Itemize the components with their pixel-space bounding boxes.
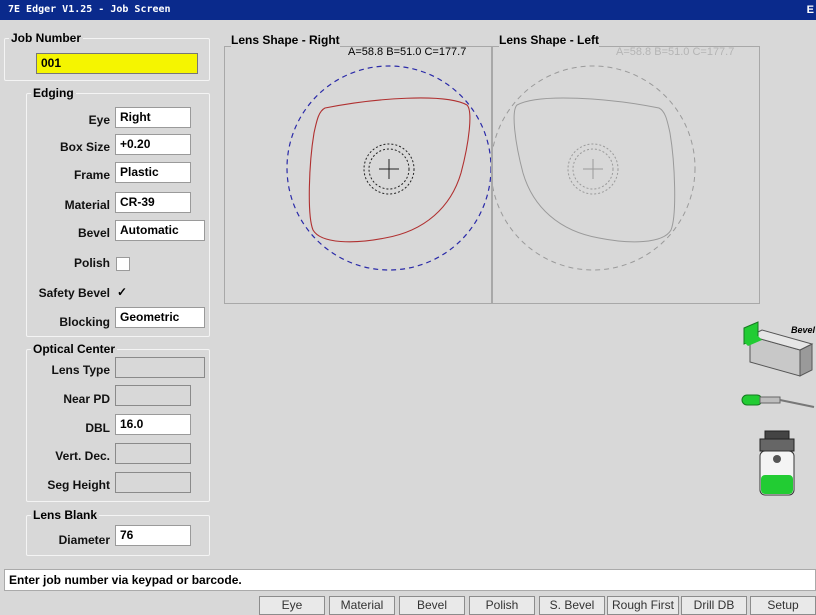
near-pd-label: Near PD [63,392,110,406]
rough-first-button[interactable]: Rough First [607,596,679,615]
bevel-field[interactable]: Automatic [115,220,205,241]
lens-blank-legend: Lens Blank [33,508,98,522]
lens-shape-left-values: A=58.8 B=51.0 C=177.7 [616,46,735,58]
bevel-label: Bevel [77,226,110,240]
optical-center-legend: Optical Center [33,342,116,356]
material-label: Material [64,198,110,212]
lens-shape-right-panel: Lens Shape - Right A=58.8 B=51.0 C=177.7 [224,33,492,304]
blocking-label: Blocking [59,315,110,329]
frame-field[interactable]: Plastic [115,162,191,183]
lens-shape-left-panel: Lens Shape - Left A=58.8 B=51.0 C=177.7 [492,33,760,304]
edging-legend: Edging [33,86,74,100]
eye-label: Eye [88,113,110,127]
material-field[interactable]: CR-39 [115,192,191,213]
status-message: Enter job number via keypad or barcode. [4,569,816,591]
box-size-label: Box Size [59,140,110,154]
bevel-tool-label: Bevel [791,325,816,335]
lens-outline-left [513,97,676,243]
diameter-label: Diameter [58,533,110,547]
frame-label: Frame [73,168,110,182]
near-pd-field[interactable] [115,385,191,406]
lens-shape-left-drawing [493,65,696,271]
eye-field[interactable]: Right [115,107,191,128]
eye-button[interactable]: Eye [259,596,325,615]
polish-wheel-icon[interactable] [757,429,797,497]
lens-shape-right-drawing [286,65,491,271]
material-button[interactable]: Material [329,596,395,615]
title-corner-label: E [806,4,814,16]
lens-shape-right-title: Lens Shape - Right [231,33,340,47]
drill-bit-icon[interactable] [740,389,816,413]
lens-type-label: Lens Type [51,363,110,377]
setup-button[interactable]: Setup [750,596,816,615]
diameter-field[interactable]: 76 [115,525,191,546]
vert-dec-field[interactable] [115,443,191,464]
job-number-field[interactable]: 001 [36,53,198,74]
polish-label: Polish [73,256,110,270]
lens-type-field[interactable] [115,357,205,378]
lens-shape-left-title: Lens Shape - Left [499,33,600,47]
seg-height-field[interactable] [115,472,191,493]
polish-checkbox[interactable] [116,257,130,271]
window-title: 7E Edger V1.25 - Job Screen [8,4,171,15]
dbl-label: DBL [85,421,110,435]
safety-bevel-checkbox[interactable]: ✓ [115,286,129,300]
polish-button[interactable]: Polish [469,596,535,615]
box-size-field[interactable]: +0.20 [115,134,191,155]
lens-shape-right-values: A=58.8 B=51.0 C=177.7 [348,46,467,58]
blocking-field[interactable]: Geometric [115,307,205,328]
safety-bevel-label: Safety Bevel [38,286,110,300]
seg-height-label: Seg Height [47,478,110,492]
vert-dec-label: Vert. Dec. [55,449,110,463]
lens-outline-right [308,97,471,243]
dbl-field[interactable]: 16.0 [115,414,191,435]
job-number-legend: Job Number [11,31,82,45]
drill-db-button[interactable]: Drill DB [681,596,747,615]
blank-circle-left [493,65,696,271]
safety-bevel-button[interactable]: S. Bevel [539,596,605,615]
title-bar: 7E Edger V1.25 - Job Screen E [0,0,816,20]
bevel-button[interactable]: Bevel [399,596,465,615]
